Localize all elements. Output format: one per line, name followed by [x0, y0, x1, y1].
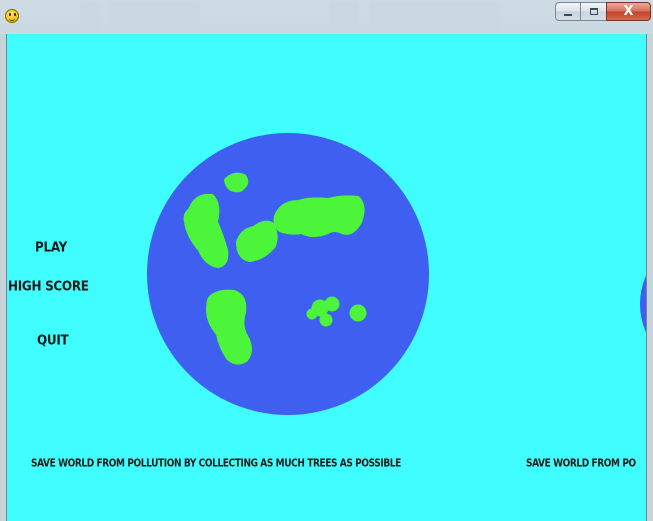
game-window: X PLAY HIGH SCORE QUIT SAVE WORLD FROM P…: [0, 0, 653, 521]
window-titlebar[interactable]: X: [0, 0, 653, 34]
smiley-icon[interactable]: [5, 9, 19, 23]
game-canvas[interactable]: PLAY HIGH SCORE QUIT SAVE WORLD FROM POL…: [6, 34, 647, 521]
maximize-icon: [589, 8, 598, 15]
earth-globe: [147, 133, 429, 415]
globe-ocean: [147, 133, 429, 415]
close-icon: X: [623, 4, 634, 19]
next-globe-edge: [640, 275, 646, 333]
window-controls: X: [555, 2, 651, 21]
tagline-text: SAVE WORLD FROM POLLUTION BY COLLECTING …: [31, 458, 401, 470]
high-score-button[interactable]: HIGH SCORE: [8, 278, 89, 294]
minimize-button[interactable]: [555, 2, 581, 21]
maximize-button[interactable]: [581, 2, 606, 21]
close-button[interactable]: X: [606, 2, 651, 21]
play-button[interactable]: PLAY: [35, 239, 67, 255]
quit-button[interactable]: QUIT: [37, 332, 69, 348]
tagline-text-scroll: SAVE WORLD FROM PO: [526, 458, 636, 470]
minimize-icon: [564, 13, 572, 16]
